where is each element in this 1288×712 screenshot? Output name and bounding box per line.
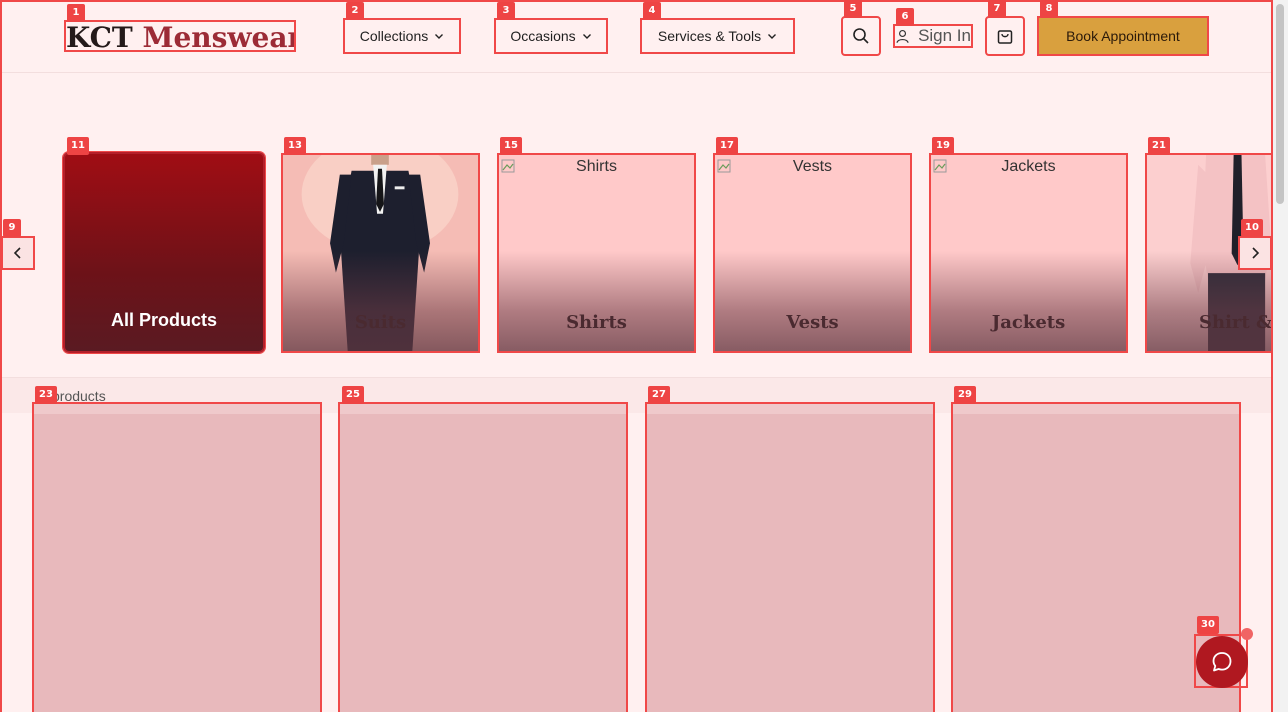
annotation-badge: 23 <box>35 386 57 404</box>
product-card[interactable] <box>645 402 935 712</box>
image-alt-text: Jackets <box>931 158 1126 176</box>
chat-button-circle <box>1196 636 1248 688</box>
category-label: Jackets <box>991 312 1066 333</box>
product-image-placeholder <box>953 404 1239 414</box>
annotation-badge: 5 <box>844 0 862 18</box>
broken-image-icon <box>933 159 947 173</box>
card-gradient <box>499 251 694 351</box>
cart-button[interactable] <box>985 16 1025 56</box>
user-icon <box>896 29 909 43</box>
category-card-jackets[interactable]: Jackets Jackets <box>929 153 1128 353</box>
alt-text: Shirts <box>576 158 617 175</box>
annotation-badge: 21 <box>1148 137 1170 155</box>
image-alt-text: Shirts <box>499 158 694 176</box>
product-image-placeholder <box>340 404 626 414</box>
notification-dot <box>1241 628 1253 640</box>
category-card-shirts[interactable]: Shirts Shirts <box>497 153 696 353</box>
chevron-left-icon <box>13 247 21 259</box>
card-gradient <box>931 251 1126 351</box>
logo-text-primary: KCT <box>66 21 133 52</box>
chevron-down-icon <box>435 34 444 39</box>
nav-occasions[interactable]: Occasions <box>494 18 608 54</box>
logo-text-secondary: Menswear <box>142 21 296 52</box>
annotation-badge: 11 <box>67 137 89 155</box>
category-label: All Products <box>110 310 217 330</box>
category-card-vests[interactable]: Vests Vests <box>713 153 912 353</box>
annotation-badge: 17 <box>716 137 738 155</box>
carousel-prev-button[interactable] <box>1 236 35 270</box>
alt-text: Vests <box>792 158 833 175</box>
chevron-down-icon <box>582 34 591 39</box>
search-button[interactable] <box>841 16 881 56</box>
product-card[interactable] <box>338 402 628 712</box>
annotation-badge: 8 <box>1040 0 1058 18</box>
scrollbar-thumb[interactable] <box>1276 4 1284 204</box>
chevron-down-icon <box>768 34 777 39</box>
annotation-badge: 1 <box>67 4 85 22</box>
annotation-badge: 10 <box>1241 219 1263 237</box>
shopping-bag-icon <box>997 30 1013 44</box>
annotation-badge: 9 <box>3 219 21 237</box>
annotation-badge: 27 <box>648 386 670 404</box>
card-gradient <box>283 251 478 351</box>
book-appointment-button[interactable]: Book Appointment <box>1037 16 1209 56</box>
annotation-badge: 7 <box>988 0 1006 18</box>
nav-collections[interactable]: Collections <box>343 18 461 54</box>
product-image-placeholder <box>34 404 320 414</box>
category-label: Shirt & Tie <box>1199 312 1273 333</box>
chevron-right-icon <box>1252 247 1260 259</box>
broken-image-icon <box>717 159 731 173</box>
image-alt-text: Vests <box>715 158 910 176</box>
annotation-badge: 19 <box>932 137 954 155</box>
annotation-badge: 6 <box>896 8 914 26</box>
category-card-suits[interactable]: Suits <box>281 153 480 353</box>
annotation-badge: 2 <box>346 2 364 20</box>
sign-in-label: Sign In <box>918 26 971 45</box>
broken-image-icon <box>501 159 515 173</box>
product-image-placeholder <box>647 404 933 414</box>
nav-collections-label: Collections <box>359 28 429 44</box>
category-label: Shirts <box>566 312 627 333</box>
nav-services-label: Services & Tools <box>657 28 762 44</box>
annotation-badge: 15 <box>500 137 522 155</box>
annotation-badge: 13 <box>284 137 306 155</box>
product-card[interactable] <box>32 402 322 712</box>
category-card-all-products[interactable]: All Products <box>63 152 265 353</box>
annotation-badge: 25 <box>342 386 364 404</box>
nav-occasions-label: Occasions <box>510 28 576 44</box>
search-icon <box>853 28 869 44</box>
annotation-badge: 3 <box>497 2 515 20</box>
carousel-next-button[interactable] <box>1238 236 1272 270</box>
card-gradient <box>715 251 910 351</box>
category-label: Vests <box>786 312 839 333</box>
chat-widget-button[interactable] <box>1194 634 1248 688</box>
sign-in-link[interactable]: Sign In <box>893 24 973 48</box>
annotation-badge: 29 <box>954 386 976 404</box>
site-logo[interactable]: KCT Menswear <box>64 20 296 52</box>
site-header: KCT Menswear Collections Occasions Servi… <box>0 0 1273 73</box>
annotation-badge: 4 <box>643 2 661 20</box>
category-label: Suits <box>354 312 407 333</box>
alt-text: Jackets <box>1001 158 1056 175</box>
annotation-badge: 30 <box>1197 616 1219 634</box>
nav-services-tools[interactable]: Services & Tools <box>640 18 795 54</box>
chat-bubble-icon <box>1212 652 1232 672</box>
